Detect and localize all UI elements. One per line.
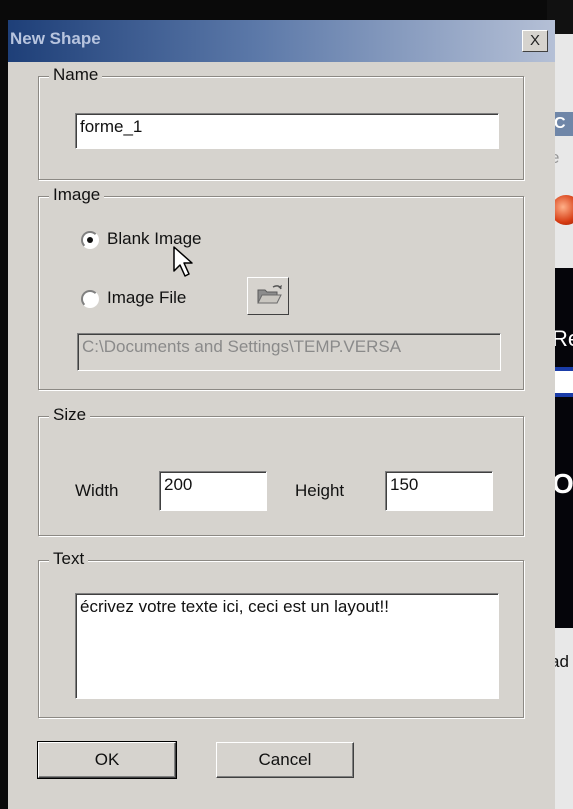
mouse-pointer-icon [173,246,193,277]
background-o-text: O [552,468,573,499]
size-group: Size Width 200 Height 150 [38,405,524,536]
dialog-title: New Shape [10,29,101,48]
radio-selected-dot [87,237,93,243]
name-group: Name forme_1 [38,65,524,180]
width-input[interactable]: 200 [159,471,267,511]
height-input[interactable]: 150 [385,471,493,511]
title-bar[interactable]: New Shape X [8,20,555,62]
left-edge [0,20,8,809]
new-shape-dialog: New Shape X Name forme_1 Image Blank Ima… [8,20,555,809]
name-input[interactable]: forme_1 [75,113,499,149]
image-path-input[interactable]: C:\Documents and Settings\TEMP.VERSA [77,333,501,371]
image-file-label[interactable]: Image File [107,288,186,308]
image-file-radio[interactable] [81,290,99,308]
background-re-text: Re [552,326,573,351]
text-group: Text écrivez votre texte ici, ceci est u… [38,549,524,718]
image-group-legend: Image [49,185,105,205]
blank-image-radio[interactable] [81,231,99,249]
close-button[interactable]: X [522,30,548,52]
browse-button[interactable] [247,277,289,315]
ok-button[interactable]: OK [37,741,177,779]
name-group-legend: Name [49,65,103,85]
height-label: Height [295,481,345,500]
text-group-legend: Text [49,549,89,569]
open-folder-icon [257,285,282,304]
text-area[interactable]: écrivez votre texte ici, ceci est un lay… [75,593,499,699]
width-label: Width [75,481,119,500]
image-group: Image Blank Image Image File C:\Document… [38,185,524,390]
size-group-legend: Size [49,405,91,425]
cancel-button[interactable]: Cancel [216,742,354,778]
